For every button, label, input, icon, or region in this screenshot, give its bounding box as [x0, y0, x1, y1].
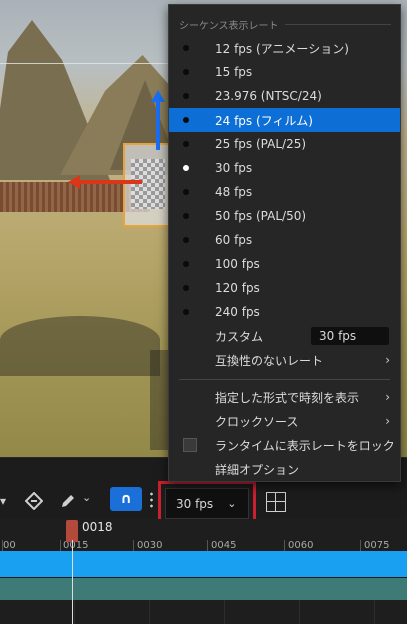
ruler-tick-label: 0030 — [137, 540, 163, 551]
chevron-right-icon: › — [385, 414, 390, 428]
menu-item-custom: カスタム 30 fps — [169, 324, 400, 348]
timeline-track[interactable] — [0, 578, 407, 600]
radio-dot-icon — [183, 141, 189, 147]
menu-item-incompatible-rates[interactable]: 互換性のないレート › — [169, 348, 400, 372]
menu-item-advanced-options[interactable]: 詳細オプション — [169, 457, 400, 481]
menu-item-clock-source[interactable]: クロックソース › — [169, 409, 400, 433]
frame-rate-value: 30 fps — [176, 496, 214, 511]
radio-dot-icon — [183, 213, 189, 219]
radio-dot-icon — [183, 261, 189, 267]
chevron-down-icon: ⌄ — [227, 497, 237, 510]
timeline-ruler[interactable] — [0, 519, 407, 551]
chevron-right-icon: › — [385, 353, 390, 367]
grid-icon[interactable] — [266, 492, 286, 512]
menu-item-rate[interactable]: 100 fps — [169, 252, 400, 276]
ruler-tick-label: 00 — [3, 540, 16, 551]
gizmo-z-arrow[interactable] — [151, 90, 165, 150]
ruler-tick-label: 0060 — [288, 540, 314, 551]
radio-selected-icon — [183, 165, 189, 171]
chevron-down-icon[interactable]: ⌄ — [82, 491, 91, 504]
radio-dot-icon — [183, 285, 189, 291]
menu-item-rate[interactable]: 12 fps (アニメーション) — [169, 36, 400, 60]
snap-magnet-button[interactable]: ∩ — [110, 487, 142, 511]
pencil-icon[interactable] — [58, 490, 78, 512]
menu-item-rate[interactable]: 240 fps — [169, 300, 400, 324]
menu-item-rate[interactable]: 50 fps (PAL/50) — [169, 204, 400, 228]
gizmo-x-arrow[interactable] — [68, 175, 142, 189]
menu-item-rate[interactable]: 15 fps — [169, 60, 400, 84]
current-frame-label: 0018 — [82, 520, 113, 534]
magnet-icon: ∩ — [120, 491, 132, 507]
menu-item-lock-runtime-rate[interactable]: ランタイムに表示レートをロック — [169, 433, 400, 457]
more-options-icon[interactable] — [150, 491, 153, 509]
ruler-tick-label: 0075 — [364, 540, 390, 551]
key-transform-icon[interactable] — [24, 490, 44, 512]
menu-item-rate[interactable]: 60 fps — [169, 228, 400, 252]
caret-left-icon[interactable]: ▾ — [0, 490, 6, 512]
radio-dot-icon — [183, 237, 189, 243]
menu-item-rate[interactable]: 48 fps — [169, 180, 400, 204]
radio-dot-icon — [183, 117, 189, 123]
menu-item-rate[interactable]: 23.976 (NTSC/24) — [169, 84, 400, 108]
radio-dot-icon — [183, 69, 189, 75]
radio-dot-icon — [183, 93, 189, 99]
menu-section-title: シーケンス表示レート — [179, 21, 279, 32]
playhead-handle[interactable] — [66, 520, 78, 542]
ruler-tick-label: 0045 — [211, 540, 237, 551]
menu-item-rate[interactable]: 25 fps (PAL/25) — [169, 132, 400, 156]
menu-item-rate[interactable]: 120 fps — [169, 276, 400, 300]
viewport-guide-line — [0, 63, 168, 64]
custom-label: カスタム — [215, 329, 264, 344]
radio-dot-icon — [183, 45, 189, 51]
radio-dot-icon — [183, 309, 189, 315]
timeline-track[interactable] — [0, 551, 407, 577]
divider — [285, 24, 391, 25]
radio-dot-icon — [183, 189, 189, 195]
checkbox-unchecked[interactable] — [183, 438, 197, 452]
frame-rate-menu: シーケンス表示レート 12 fps (アニメーション) 15 fps 23.97… — [168, 4, 401, 482]
divider — [179, 379, 390, 380]
ground-shadow — [0, 316, 160, 376]
playhead-line — [72, 540, 73, 624]
chevron-right-icon: › — [385, 390, 390, 404]
custom-rate-input[interactable]: 30 fps — [311, 327, 389, 345]
menu-item-display-time-format[interactable]: 指定した形式で時刻を表示 › — [169, 385, 400, 409]
menu-item-rate[interactable]: 24 fps (フィルム) — [169, 108, 400, 132]
menu-item-rate-selected[interactable]: 30 fps — [169, 156, 400, 180]
timeline-track[interactable] — [0, 600, 407, 624]
